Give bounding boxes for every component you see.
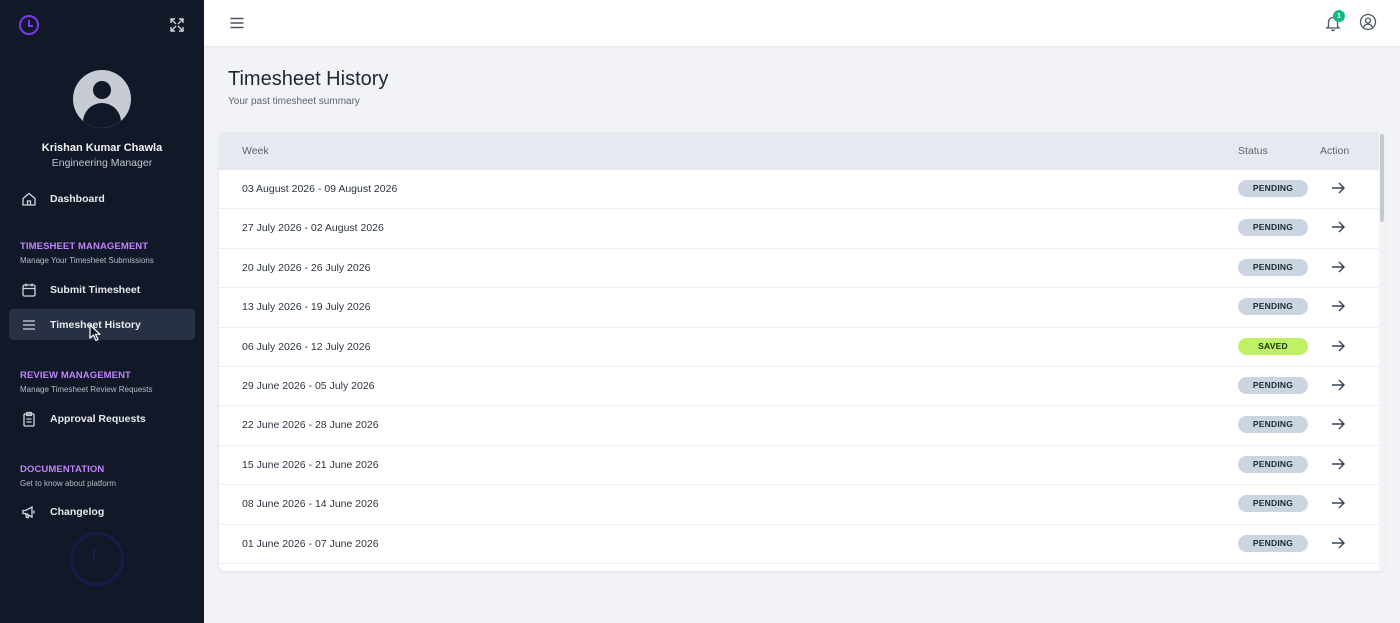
week-range: 06 July 2026 - 12 July 2026 xyxy=(242,340,371,353)
table-row[interactable]: 20 July 2026 - 26 July 2026 PENDING xyxy=(219,249,1379,289)
column-header-week: Week xyxy=(242,145,269,157)
status-badge: PENDING xyxy=(1238,495,1308,513)
status-badge: PENDING xyxy=(1238,416,1308,434)
week-range: 22 June 2026 - 28 June 2026 xyxy=(242,419,379,432)
clock-logo-icon[interactable] xyxy=(19,15,39,35)
column-header-status: Status xyxy=(1238,145,1268,157)
status-badge: PENDING xyxy=(1238,298,1308,316)
week-range: 29 June 2026 - 05 July 2026 xyxy=(242,379,375,392)
section-title-review: REVIEW MANAGEMENT xyxy=(20,370,131,381)
status-badge: PENDING xyxy=(1238,219,1308,237)
week-range: 27 July 2026 - 02 August 2026 xyxy=(242,222,384,235)
notification-badge: 1 xyxy=(1333,10,1345,22)
topbar: 1 xyxy=(204,0,1400,46)
column-header-action: Action xyxy=(1320,145,1350,157)
user-circle-icon[interactable] xyxy=(1359,13,1377,31)
timesheet-history-table: Week Status Action 03 August 2026 - 09 A… xyxy=(219,132,1385,571)
page-title: Timesheet History xyxy=(228,68,389,90)
expand-icon[interactable] xyxy=(168,16,186,34)
table-row[interactable]: 13 July 2026 - 19 July 2026 PENDING xyxy=(219,288,1379,328)
sidebar-item-timesheet-history[interactable]: Timesheet History xyxy=(9,309,195,340)
sidebar-item-dashboard[interactable]: Dashboard xyxy=(9,183,195,214)
week-range: 01 June 2026 - 07 June 2026 xyxy=(242,537,379,550)
table-row[interactable]: 03 August 2026 - 09 August 2026 PENDING xyxy=(219,170,1379,210)
scrollbar-thumb[interactable] xyxy=(1380,134,1384,222)
arrow-right-icon[interactable] xyxy=(1330,377,1346,393)
calendar-icon xyxy=(22,283,36,297)
avatar xyxy=(73,70,131,128)
arrow-right-icon[interactable] xyxy=(1330,338,1346,354)
sidebar-item-submit-timesheet[interactable]: Submit Timesheet xyxy=(9,274,195,305)
sidebar-item-label: Dashboard xyxy=(50,192,105,205)
sidebar-item-approval-requests[interactable]: Approval Requests xyxy=(9,403,195,434)
page-subtitle: Your past timesheet summary xyxy=(228,96,360,107)
section-title-timesheet: TIMESHEET MANAGEMENT xyxy=(20,241,149,252)
arrow-right-icon[interactable] xyxy=(1330,180,1346,196)
table-row[interactable]: 06 July 2026 - 12 July 2026 SAVED xyxy=(219,328,1379,367)
table-row[interactable]: 01 June 2026 - 07 June 2026 PENDING xyxy=(219,525,1379,564)
section-title-documentation: DOCUMENTATION xyxy=(20,464,105,475)
week-range: 13 July 2026 - 19 July 2026 xyxy=(242,301,371,314)
clock-watermark-icon xyxy=(70,532,124,586)
week-range: 03 August 2026 - 09 August 2026 xyxy=(242,183,398,195)
sidebar-item-label: Changelog xyxy=(50,505,105,518)
list-icon xyxy=(23,319,35,330)
week-range: 08 June 2026 - 14 June 2026 xyxy=(242,498,379,511)
table-row[interactable]: 22 June 2026 - 28 June 2026 PENDING xyxy=(219,406,1379,446)
hamburger-menu-icon[interactable] xyxy=(229,15,245,31)
user-role: Engineering Manager xyxy=(51,157,153,169)
arrow-right-icon[interactable] xyxy=(1330,259,1346,275)
megaphone-icon xyxy=(22,505,35,518)
clipboard-icon xyxy=(23,411,35,427)
week-range: 20 July 2026 - 26 July 2026 xyxy=(242,261,371,274)
table-row[interactable]: 27 July 2026 - 02 August 2026 PENDING xyxy=(219,209,1379,249)
table-row[interactable]: 29 June 2026 - 05 July 2026 PENDING xyxy=(219,367,1379,407)
table-body: 03 August 2026 - 09 August 2026 PENDING 27… xyxy=(219,170,1379,564)
sidebar: Krishan Kumar Chawla Engineering Manager… xyxy=(0,0,204,623)
arrow-right-icon[interactable] xyxy=(1330,298,1346,314)
section-subtitle-timesheet: Manage Your Timesheet Submissions xyxy=(20,256,154,265)
table-header: Week Status Action xyxy=(219,132,1379,170)
week-range: 15 June 2026 - 21 June 2026 xyxy=(242,458,379,471)
status-badge: PENDING xyxy=(1238,258,1308,276)
home-icon xyxy=(22,192,36,206)
status-badge: PENDING xyxy=(1238,534,1308,552)
sidebar-item-label: Submit Timesheet xyxy=(50,283,141,296)
arrow-right-icon[interactable] xyxy=(1330,456,1346,472)
table-row[interactable]: 15 June 2026 - 21 June 2026 PENDING xyxy=(219,446,1379,486)
scrollbar[interactable] xyxy=(1379,132,1385,571)
status-badge: PENDING xyxy=(1238,180,1308,197)
status-badge: SAVED xyxy=(1238,337,1308,355)
section-subtitle-documentation: Get to know about platform xyxy=(20,479,117,488)
sidebar-item-label: Approval Requests xyxy=(50,412,146,425)
table-row[interactable]: 08 June 2026 - 14 June 2026 PENDING xyxy=(219,485,1379,525)
arrow-right-icon[interactable] xyxy=(1330,535,1346,551)
sidebar-item-changelog[interactable]: Changelog xyxy=(9,496,195,527)
section-subtitle-review: Manage Timesheet Review Requests xyxy=(20,385,153,394)
status-badge: PENDING xyxy=(1238,376,1308,394)
user-name: Krishan Kumar Chawla xyxy=(41,142,163,154)
status-badge: PENDING xyxy=(1238,455,1308,473)
mouse-cursor-icon xyxy=(89,324,101,342)
arrow-right-icon[interactable] xyxy=(1330,416,1346,432)
arrow-right-icon[interactable] xyxy=(1330,495,1346,511)
arrow-right-icon[interactable] xyxy=(1330,219,1346,235)
